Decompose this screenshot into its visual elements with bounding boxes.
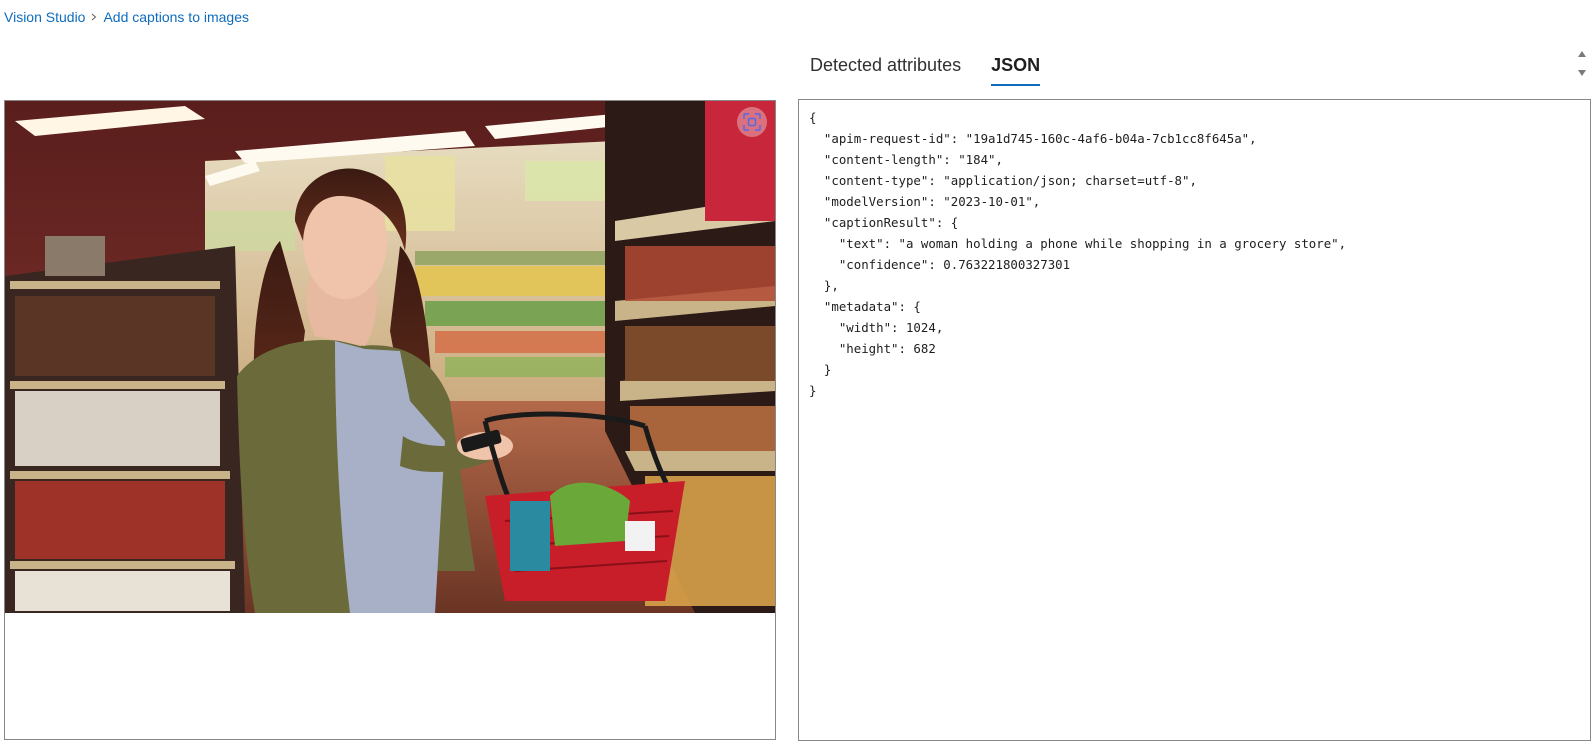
result-tabs: Detected attributes JSON [810, 52, 1070, 86]
scroll-up-icon[interactable] [1576, 48, 1588, 60]
json-output-panel[interactable]: { "apim-request-id": "19a1d745-160c-4af6… [798, 99, 1591, 741]
chevron-right-icon [85, 13, 103, 21]
image-preview-panel [4, 100, 776, 740]
breadcrumb: Vision Studio Add captions to images [4, 9, 249, 25]
scroll-down-icon[interactable] [1576, 67, 1588, 79]
breadcrumb-add-captions[interactable]: Add captions to images [103, 9, 249, 25]
focus-scan-icon[interactable] [737, 107, 767, 137]
tab-json[interactable]: JSON [991, 52, 1041, 86]
grocery-store-photo [5, 101, 775, 613]
breadcrumb-vision-studio[interactable]: Vision Studio [4, 9, 85, 25]
tab-detected-attributes[interactable]: Detected attributes [810, 52, 961, 86]
json-code[interactable]: { "apim-request-id": "19a1d745-160c-4af6… [799, 100, 1590, 401]
scrollbar[interactable] [1576, 48, 1588, 79]
